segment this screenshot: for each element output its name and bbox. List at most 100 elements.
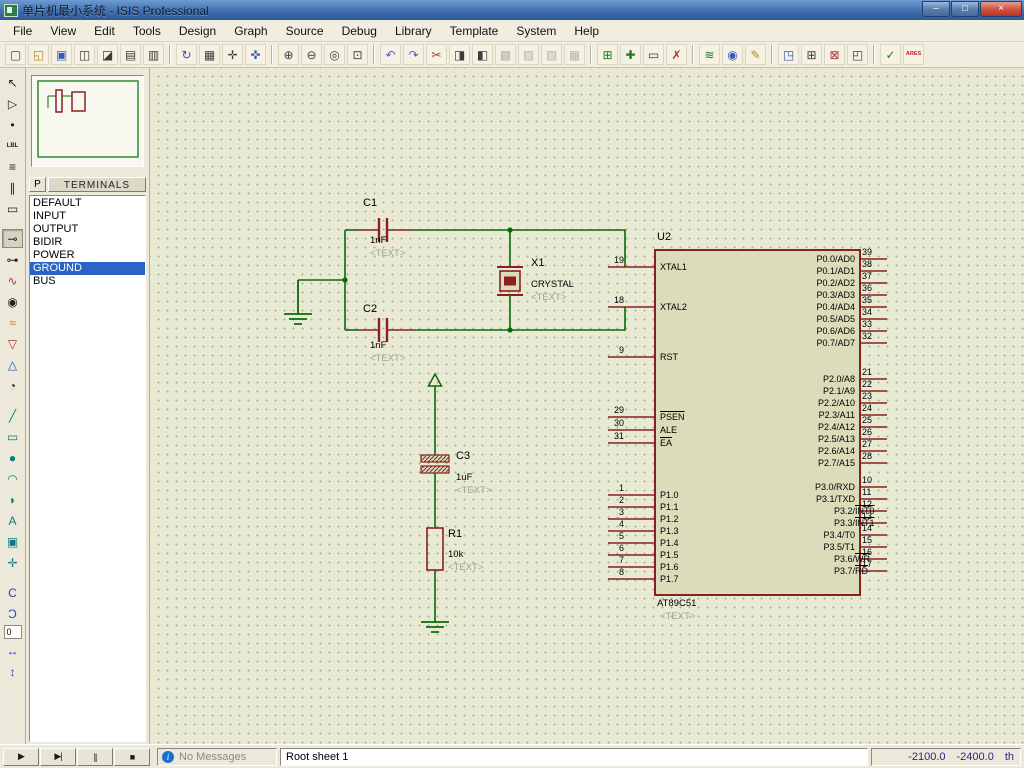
selection-mode[interactable]: ↖ bbox=[2, 73, 23, 92]
menu-design[interactable]: Design bbox=[170, 21, 225, 41]
minimize-button[interactable]: ‒ bbox=[922, 1, 950, 17]
menu-tools[interactable]: Tools bbox=[124, 21, 170, 41]
redraw-display[interactable]: ↻ bbox=[176, 44, 197, 65]
graphics-symbols-mode[interactable]: ▣ bbox=[2, 532, 23, 551]
make-device[interactable]: ✚ bbox=[620, 44, 641, 65]
component-c1[interactable] bbox=[357, 218, 413, 242]
step-button[interactable]: ▶| bbox=[40, 748, 76, 766]
packaging-tool[interactable]: ▭ bbox=[643, 44, 664, 65]
generator-mode[interactable]: ≈ bbox=[2, 313, 23, 332]
open-design[interactable]: ◱ bbox=[28, 44, 49, 65]
rotation-angle-input[interactable] bbox=[4, 625, 22, 639]
terminal-type-power[interactable]: POWER bbox=[30, 249, 145, 262]
print-design[interactable]: ▤ bbox=[120, 44, 141, 65]
copy-to-clipboard[interactable]: ◨ bbox=[449, 44, 470, 65]
maximize-button[interactable]: □ bbox=[951, 1, 979, 17]
zoom-to-area[interactable]: ⊡ bbox=[347, 44, 368, 65]
voltage-probe-mode[interactable]: ▽ bbox=[2, 334, 23, 353]
zoom-in[interactable]: ⊕ bbox=[278, 44, 299, 65]
graphics-text-mode[interactable]: A bbox=[2, 511, 23, 530]
wire[interactable] bbox=[413, 307, 625, 330]
property-assignment-tool[interactable]: ✎ bbox=[745, 44, 766, 65]
search-and-tag[interactable]: ◉ bbox=[722, 44, 743, 65]
undo[interactable]: ↶ bbox=[380, 44, 401, 65]
terminal-type-ground[interactable]: GROUND bbox=[30, 262, 145, 275]
toggle-grid[interactable]: ▦ bbox=[199, 44, 220, 65]
decompose-element[interactable]: ✗ bbox=[666, 44, 687, 65]
menu-file[interactable]: File bbox=[4, 21, 41, 41]
rotate-anticlockwise[interactable]: Ɔ bbox=[2, 604, 23, 623]
power-terminal[interactable] bbox=[429, 374, 442, 386]
menu-edit[interactable]: Edit bbox=[85, 21, 124, 41]
component-c2[interactable] bbox=[357, 318, 413, 342]
terminals-mode[interactable]: ⊸ bbox=[2, 229, 23, 248]
netlist-to-ares[interactable]: ARES bbox=[903, 44, 924, 65]
component-u2[interactable] bbox=[655, 250, 860, 595]
wire[interactable] bbox=[413, 230, 625, 267]
x-mirror[interactable]: ↔ bbox=[2, 641, 23, 660]
component-c3[interactable] bbox=[421, 455, 449, 473]
device-pins-mode[interactable]: ⊶ bbox=[2, 250, 23, 269]
graphics-box-mode[interactable]: ▭ bbox=[2, 427, 23, 446]
paste-from-clipboard[interactable]: ◧ bbox=[472, 44, 493, 65]
redo[interactable]: ↷ bbox=[403, 44, 424, 65]
text-script-mode[interactable]: ≡ bbox=[2, 157, 23, 176]
terminal-type-bidir[interactable]: BIDIR bbox=[30, 236, 145, 249]
exit-to-parent-sheet[interactable]: ◰ bbox=[847, 44, 868, 65]
terminal-type-default[interactable]: DEFAULT bbox=[30, 197, 145, 210]
virtual-instruments-mode[interactable]: ◔ bbox=[2, 376, 23, 395]
graph-mode[interactable]: ∿ bbox=[2, 271, 23, 290]
pick-device[interactable]: ⊞ bbox=[597, 44, 618, 65]
zoom-all[interactable]: ◎ bbox=[324, 44, 345, 65]
stop-button[interactable]: ■ bbox=[114, 748, 150, 766]
sheet-selector[interactable]: Root sheet 1 bbox=[280, 748, 868, 766]
ground-terminal-left[interactable] bbox=[284, 280, 312, 324]
cut-to-clipboard[interactable]: ✂ bbox=[426, 44, 447, 65]
remove-current-sheet[interactable]: ⊠ bbox=[824, 44, 845, 65]
schematic-canvas[interactable]: 19XTAL118XTAL29RST29PSEN30ALE31EA1P1.02P… bbox=[150, 68, 1024, 744]
terminal-type-bus[interactable]: BUS bbox=[30, 275, 145, 288]
menu-view[interactable]: View bbox=[41, 21, 85, 41]
zoom-out[interactable]: ⊖ bbox=[301, 44, 322, 65]
terminal-type-output[interactable]: OUTPUT bbox=[30, 223, 145, 236]
import-section[interactable]: ◫ bbox=[74, 44, 95, 65]
new-root-sheet[interactable]: ⊞ bbox=[801, 44, 822, 65]
pick-devices-button[interactable]: P bbox=[29, 177, 46, 192]
center-at-cursor[interactable]: ✜ bbox=[245, 44, 266, 65]
electrical-rule-check[interactable]: ✓ bbox=[880, 44, 901, 65]
play-button[interactable]: ▶ bbox=[3, 748, 39, 766]
graphics-circle-mode[interactable]: ● bbox=[2, 448, 23, 467]
design-explorer[interactable]: ◳ bbox=[778, 44, 799, 65]
component-r1[interactable] bbox=[427, 528, 443, 570]
wire-autorouter[interactable]: ≋ bbox=[699, 44, 720, 65]
menu-debug[interactable]: Debug bbox=[333, 21, 386, 41]
rotate-clockwise[interactable]: C bbox=[2, 583, 23, 602]
wire-label-mode[interactable]: LBL bbox=[2, 136, 23, 155]
toggle-false-origin[interactable]: ✛ bbox=[222, 44, 243, 65]
component-x1[interactable] bbox=[497, 267, 523, 295]
graphics-arc-mode[interactable]: ◠ bbox=[2, 469, 23, 488]
terminal-type-input[interactable]: INPUT bbox=[30, 210, 145, 223]
graphics-line-mode[interactable]: ╱ bbox=[2, 406, 23, 425]
close-button[interactable]: × bbox=[980, 1, 1022, 17]
pause-button[interactable]: || bbox=[77, 748, 113, 766]
save-design[interactable]: ▣ bbox=[51, 44, 72, 65]
tape-recorder-mode[interactable]: ◉ bbox=[2, 292, 23, 311]
menu-help[interactable]: Help bbox=[565, 21, 608, 41]
component-mode[interactable]: ▷ bbox=[2, 94, 23, 113]
menu-template[interactable]: Template bbox=[441, 21, 508, 41]
y-mirror[interactable]: ↕ bbox=[2, 662, 23, 681]
menu-library[interactable]: Library bbox=[386, 21, 441, 41]
menu-system[interactable]: System bbox=[507, 21, 565, 41]
markers-mode[interactable]: ✛ bbox=[2, 553, 23, 572]
menu-source[interactable]: Source bbox=[277, 21, 333, 41]
export-section[interactable]: ◪ bbox=[97, 44, 118, 65]
menu-graph[interactable]: Graph bbox=[225, 21, 276, 41]
graphics-path-mode[interactable]: ◗ bbox=[2, 490, 23, 509]
ground-terminal-bottom[interactable] bbox=[421, 622, 449, 632]
current-probe-mode[interactable]: △ bbox=[2, 355, 23, 374]
mark-output-area[interactable]: ▥ bbox=[143, 44, 164, 65]
subcircuit-mode[interactable]: ▭ bbox=[2, 199, 23, 218]
buses-mode[interactable]: ∥ bbox=[2, 178, 23, 197]
new-design[interactable]: ▢ bbox=[5, 44, 26, 65]
